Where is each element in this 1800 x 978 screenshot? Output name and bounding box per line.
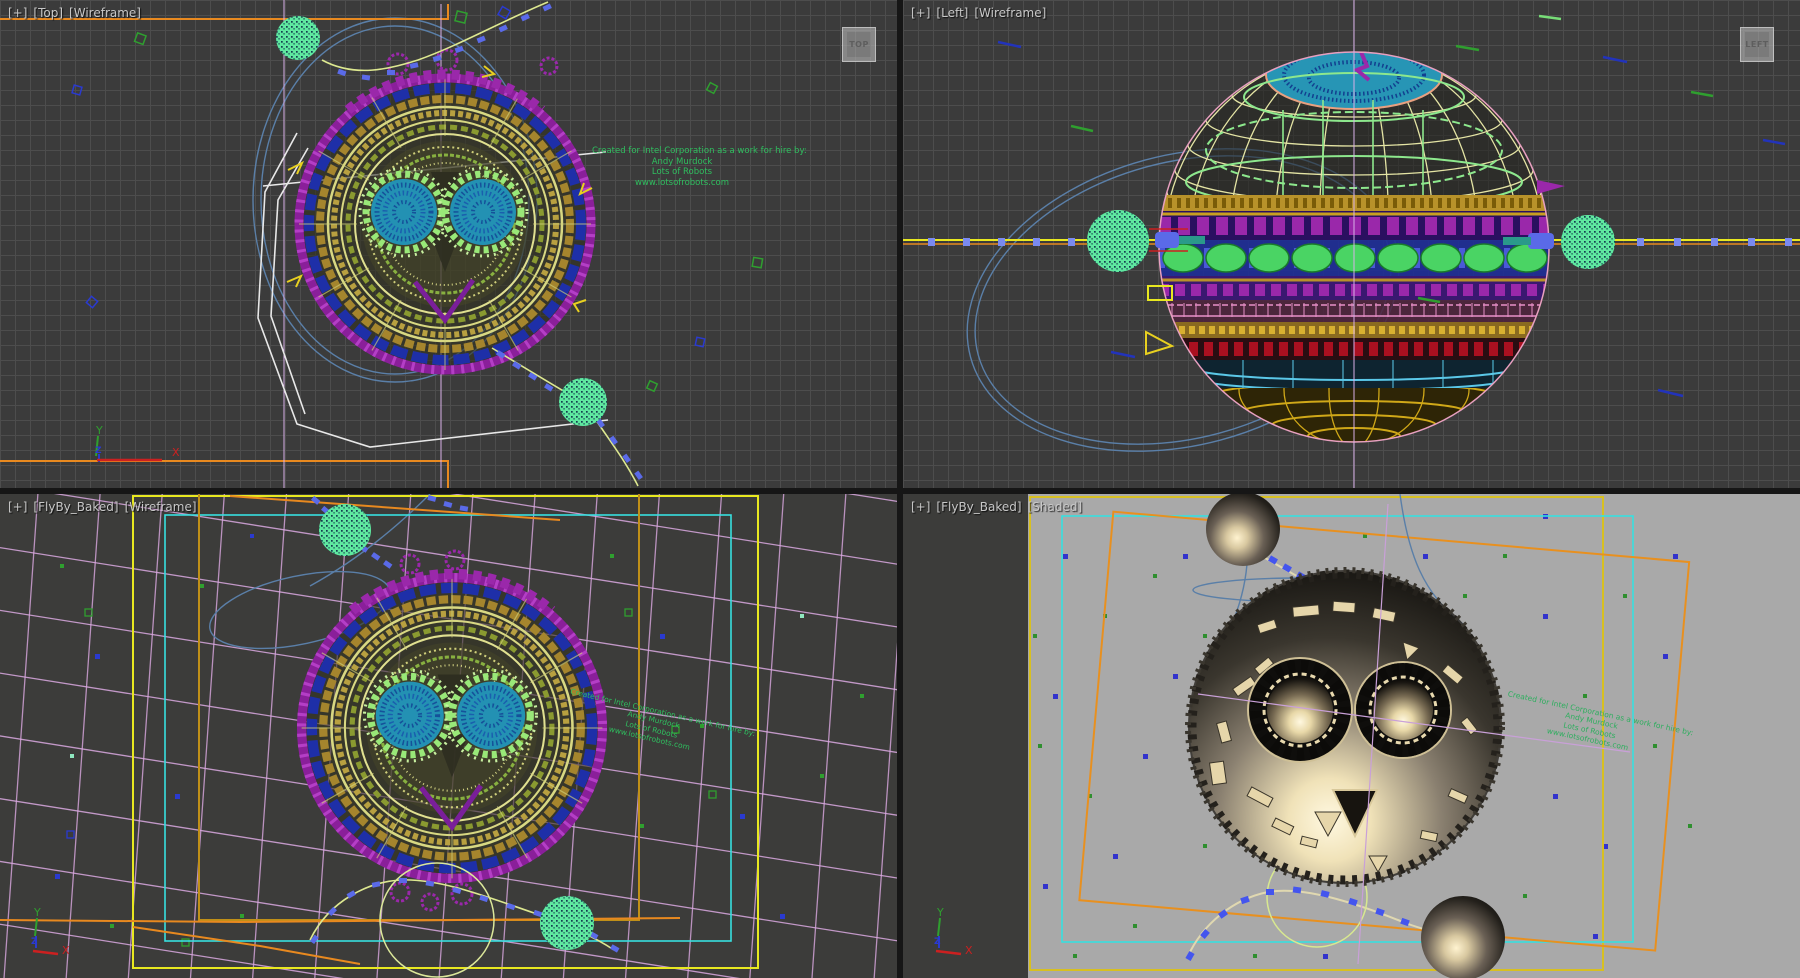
quad-viewport-app: [+] [Top] [Wireframe] TOP: [0, 0, 1800, 978]
axis-y-label: Y: [33, 906, 41, 919]
viewport-flyby-wire-label[interactable]: [+] [FlyBy_Baked] [Wireframe]: [8, 500, 197, 514]
axis-y-label: Y: [95, 424, 103, 437]
axis-tripod: Y Z X: [903, 902, 1013, 962]
viewport-left[interactable]: [+] [Left] [Wireframe] LEFT: [903, 0, 1800, 488]
owl-eye-left: [1248, 658, 1352, 762]
viewport-menu-plus[interactable]: [+]: [911, 6, 930, 20]
shaded-owl-model: [1188, 570, 1502, 884]
wireframe-owl-model: [295, 74, 595, 374]
viewcube-left[interactable]: LEFT: [1740, 27, 1774, 62]
flyby-wireframe-scene: [0, 494, 897, 978]
viewport-top[interactable]: [+] [Top] [Wireframe] TOP: [0, 0, 897, 488]
viewport-flyby-shaded[interactable]: [+] [FlyBy_Baked] [Shaded]: [903, 494, 1800, 978]
viewport-menu-view[interactable]: [FlyBy_Baked]: [936, 500, 1021, 514]
viewport-flyby-wireframe[interactable]: [+] [FlyBy_Baked] [Wireframe]: [0, 494, 897, 978]
viewport-menu-plus[interactable]: [+]: [911, 500, 930, 514]
viewport-left-label[interactable]: [+] [Left] [Wireframe]: [911, 6, 1046, 20]
viewport-menu-shading[interactable]: [Wireframe]: [69, 6, 141, 20]
viewport-top-label[interactable]: [+] [Top] [Wireframe]: [8, 6, 141, 20]
wireframe-owl-model: [298, 574, 607, 883]
owl-eye-right: [1355, 662, 1451, 758]
axis-y-label: Y: [936, 906, 944, 919]
axis-tripod: Y Z X: [62, 422, 192, 472]
viewport-menu-plus[interactable]: [+]: [8, 6, 27, 20]
top-viewport-scene: [0, 0, 897, 488]
left-viewport-scene: [903, 0, 1800, 488]
viewport-menu-shading[interactable]: [Shaded]: [1028, 500, 1083, 514]
viewport-menu-shading[interactable]: [Wireframe]: [125, 500, 197, 514]
axis-x-label: X: [172, 446, 180, 459]
axis-x-label: X: [965, 944, 973, 957]
viewport-flyby-shaded-label[interactable]: [+] [FlyBy_Baked] [Shaded]: [911, 500, 1082, 514]
viewport-menu-shading[interactable]: [Wireframe]: [974, 6, 1046, 20]
viewport-menu-view[interactable]: [Top]: [33, 6, 63, 20]
watermark-text: Created for Intel Corporation as a work …: [592, 146, 772, 189]
viewport-menu-plus[interactable]: [+]: [8, 500, 27, 514]
viewport-menu-view[interactable]: [FlyBy_Baked]: [33, 500, 118, 514]
axis-tripod: Y Z X: [0, 902, 110, 962]
viewport-menu-view[interactable]: [Left]: [936, 6, 968, 20]
axis-x-label: X: [62, 944, 70, 957]
viewcube-top[interactable]: TOP: [842, 27, 876, 62]
